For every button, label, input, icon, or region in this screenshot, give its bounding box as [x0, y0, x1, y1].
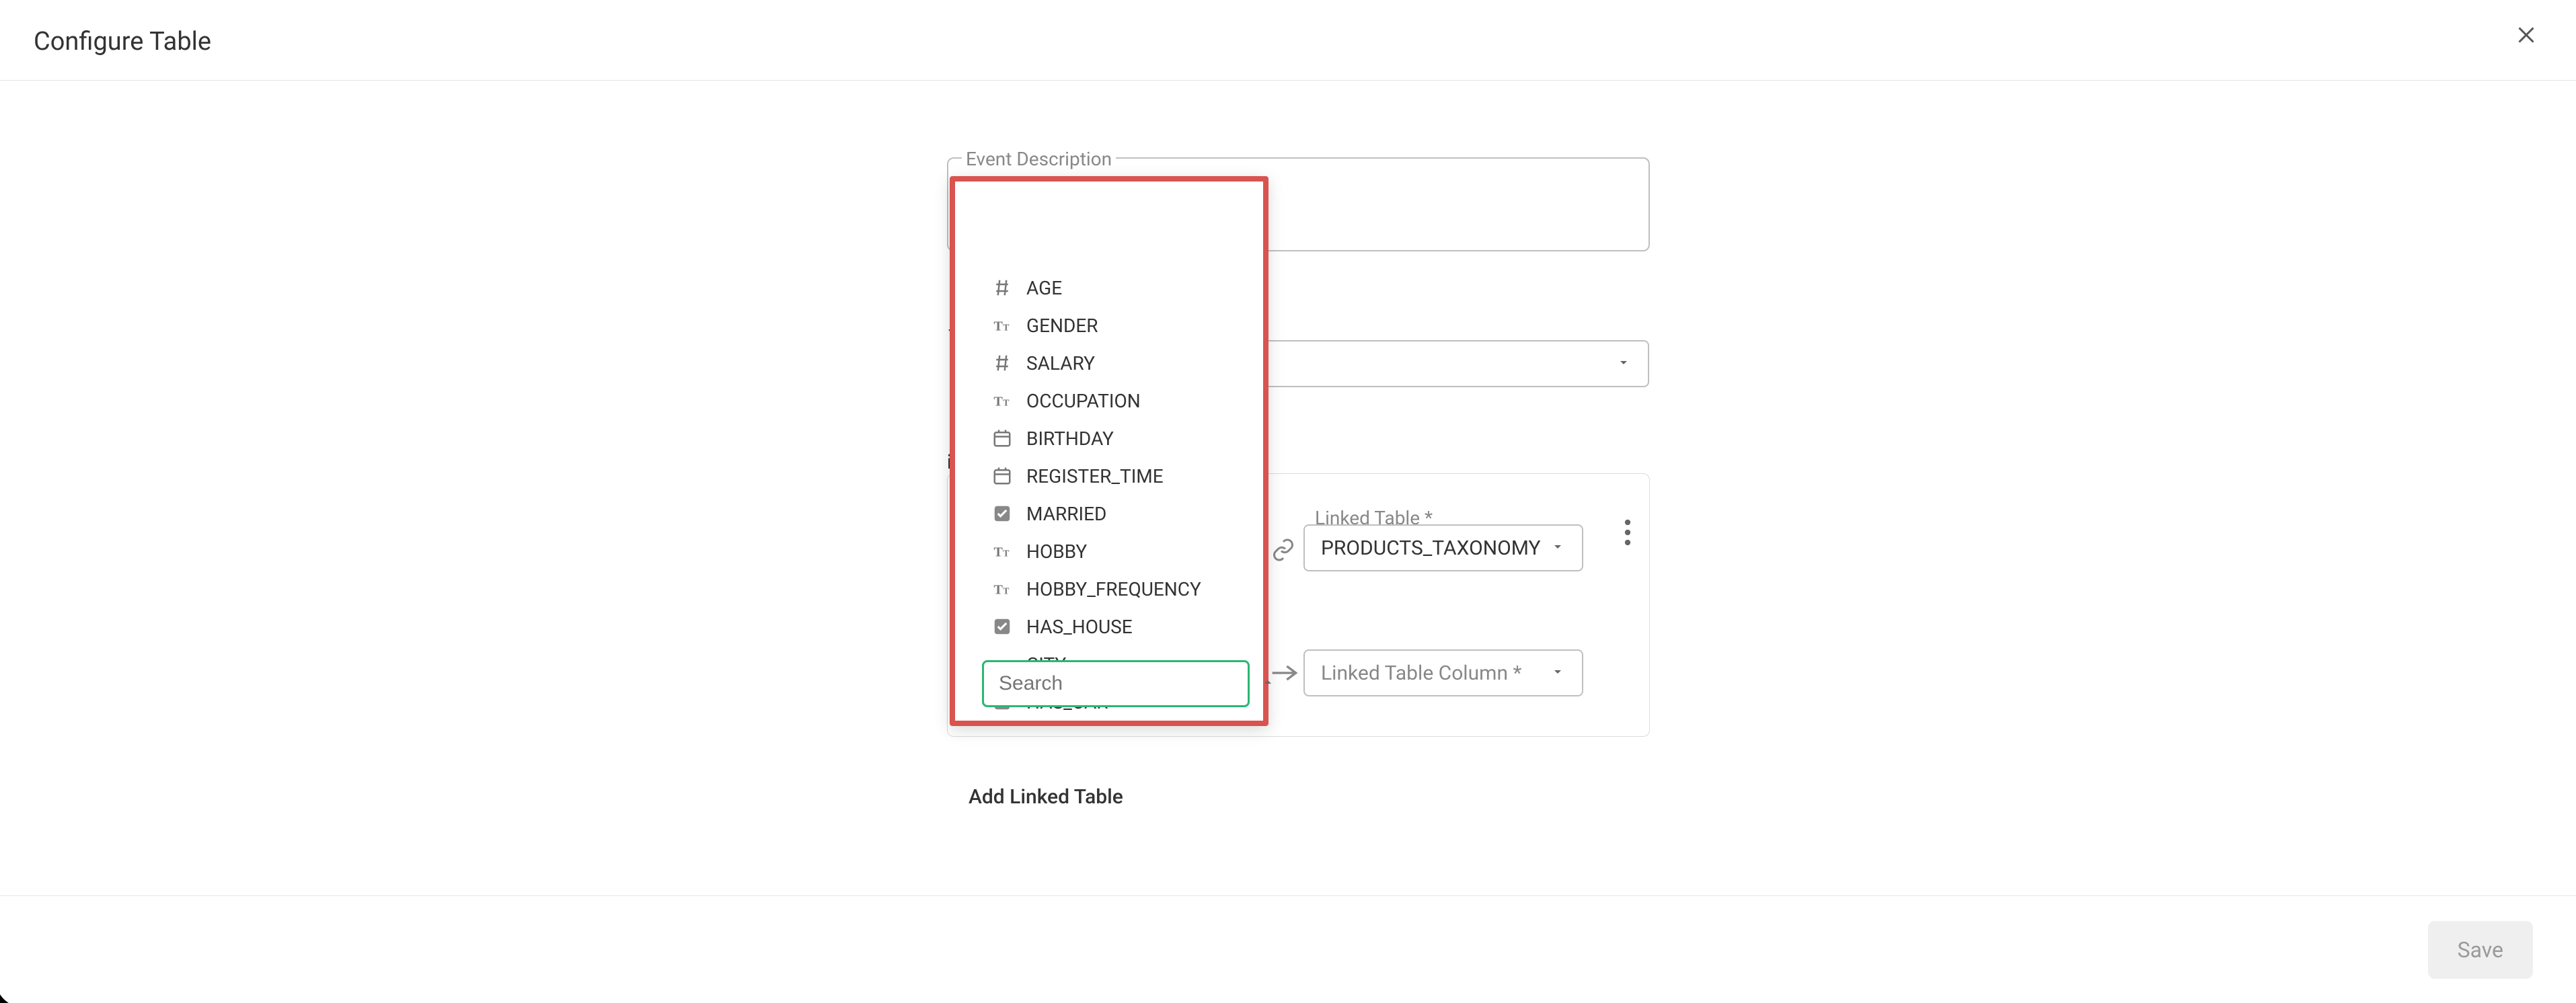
- hash-icon: [990, 351, 1014, 375]
- calendar-icon: [990, 464, 1014, 488]
- svg-text:T: T: [1003, 549, 1009, 559]
- dropdown-option[interactable]: TT OCCUPATION: [983, 382, 1256, 419]
- dropdown-option[interactable]: HAS_HOUSE: [983, 608, 1256, 645]
- add-linked-table-button[interactable]: Add Linked Table: [969, 785, 1123, 809]
- close-icon: [2514, 23, 2538, 50]
- dropdown-option[interactable]: TT HOBBY_FREQUENCY: [983, 570, 1256, 608]
- linked-table-column-select[interactable]: Linked Table Column *: [1303, 649, 1583, 696]
- linked-table-column-placeholder: Linked Table Column *: [1321, 661, 1521, 685]
- column-dropdown: AGETTGENDERSALARYTTOCCUPATIONBIRTHDAYREG…: [950, 176, 1268, 726]
- chevron-down-icon: [1616, 354, 1632, 373]
- checkbox-icon: [990, 501, 1014, 526]
- chevron-down-icon: [1550, 661, 1566, 685]
- hash-icon: [990, 276, 1014, 300]
- column-dropdown-list: AGETTGENDERSALARYTTOCCUPATIONBIRTHDAYREG…: [983, 269, 1256, 721]
- svg-text:T: T: [994, 319, 1003, 334]
- text-type-icon: TT: [990, 539, 1014, 563]
- save-button[interactable]: Save: [2428, 921, 2533, 979]
- svg-text:T: T: [994, 545, 1003, 560]
- dropdown-option[interactable]: BIRTHDAY: [983, 419, 1256, 457]
- text-type-icon: TT: [990, 313, 1014, 337]
- dropdown-option-label: MARRIED: [1026, 503, 1106, 525]
- close-button[interactable]: [2510, 20, 2542, 52]
- dropdown-option-label: OCCUPATION: [1026, 390, 1141, 412]
- dropdown-option-label: HOBBY: [1026, 540, 1087, 563]
- text-type-icon: TT: [990, 389, 1014, 413]
- dialog-body: Event Description 1( T R ir Linked Table…: [0, 81, 2576, 895]
- event-description-label: Event Description: [962, 148, 1116, 170]
- chevron-down-icon: [1550, 536, 1566, 560]
- dialog-footer: Save: [0, 895, 2576, 1003]
- linked-table-menu-button[interactable]: [1614, 514, 1641, 554]
- dropdown-option-label: REGISTER_TIME: [1026, 465, 1164, 487]
- svg-text:T: T: [1003, 586, 1009, 596]
- column-search-input[interactable]: [997, 672, 1260, 696]
- svg-text:T: T: [1003, 323, 1009, 333]
- dropdown-option-label: HAS_HOUSE: [1026, 616, 1133, 638]
- dropdown-option-label: SALARY: [1026, 352, 1095, 374]
- dropdown-option[interactable]: MARRIED: [983, 495, 1256, 532]
- checkbox-icon: [990, 614, 1014, 639]
- dropdown-option[interactable]: TT HOBBY: [983, 532, 1256, 570]
- svg-text:T: T: [1003, 398, 1009, 408]
- dropdown-option[interactable]: REGISTER_TIME: [983, 457, 1256, 495]
- chevron-up-icon: [1260, 674, 1276, 693]
- dropdown-option[interactable]: TT GENDER: [983, 307, 1256, 344]
- dropdown-option-label: AGE: [1026, 277, 1062, 299]
- linked-table-select[interactable]: PRODUCTS_TAXONOMY: [1303, 524, 1583, 571]
- dropdown-option[interactable]: AGE: [983, 269, 1256, 307]
- kebab-icon: [1624, 519, 1632, 549]
- dropdown-option[interactable]: SALARY: [983, 344, 1256, 382]
- dropdown-option-label: HOBBY_FREQUENCY: [1026, 578, 1201, 600]
- dialog-title: Configure Table: [34, 27, 211, 56]
- secondary-select[interactable]: [1262, 340, 1649, 387]
- column-search-field[interactable]: [982, 660, 1250, 707]
- svg-text:T: T: [994, 583, 1003, 598]
- dialog-header: Configure Table: [0, 0, 2576, 81]
- linked-table-value: PRODUCTS_TAXONOMY: [1321, 536, 1541, 560]
- svg-text:T: T: [994, 395, 1003, 409]
- link-icon: [1271, 538, 1295, 565]
- dropdown-option-label: GENDER: [1026, 315, 1098, 337]
- text-type-icon: TT: [990, 577, 1014, 601]
- calendar-icon: [990, 426, 1014, 450]
- dropdown-option-label: BIRTHDAY: [1026, 428, 1114, 450]
